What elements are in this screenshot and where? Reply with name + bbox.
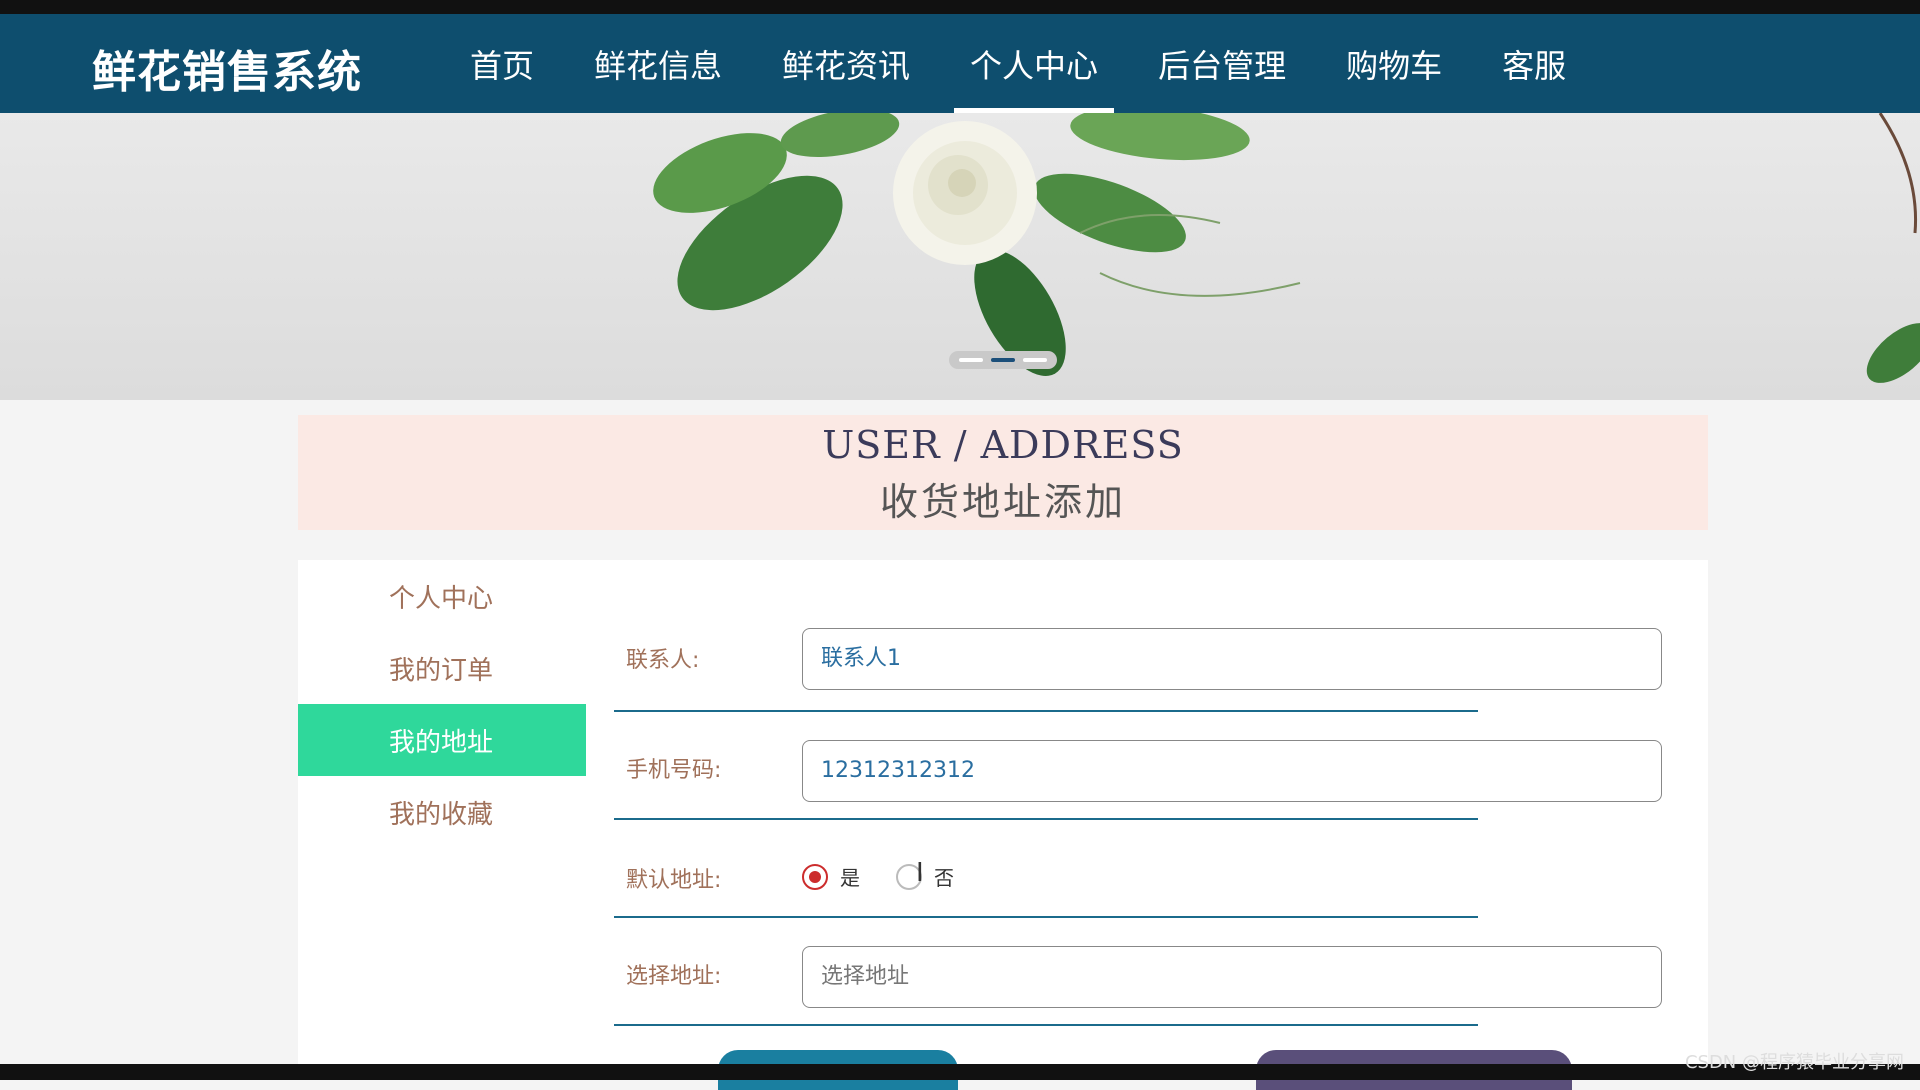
carousel-dot[interactable] <box>1023 358 1047 362</box>
heading-chinese: 收货地址添加 <box>879 480 1126 524</box>
nav-user-center[interactable]: 个人中心 <box>940 14 1128 113</box>
watermark-text: CSDN @程序猿毕业分享网 <box>1684 1052 1904 1073</box>
address-form: 联系人: 联系人1 手机号码: 12312312312 默认地址: 是 否 I … <box>614 628 1662 1026</box>
default-radio-group: 是 否 <box>802 862 990 891</box>
contact-label: 联系人: <box>626 648 700 673</box>
nav-flower-info[interactable]: 鲜花信息 <box>564 14 752 113</box>
form-row-phone: 手机号码: 12312312312 <box>614 712 1662 820</box>
sidebar-item-my-address[interactable]: 我的地址 <box>298 704 586 776</box>
radio-yes[interactable] <box>802 863 828 890</box>
window-top-strip <box>0 0 1920 14</box>
carousel-dot-active[interactable] <box>991 358 1015 362</box>
default-label: 默认地址: <box>626 868 722 893</box>
radio-no-label: 否 <box>934 866 954 890</box>
phone-label: 手机号码: <box>626 758 722 783</box>
main-content: 个人中心 我的订单 我的地址 我的收藏 联系人: 联系人1 手机号码: 1231… <box>298 560 1708 1090</box>
form-row-default: 默认地址: 是 否 I <box>614 820 1478 918</box>
main-nav: 首页 鲜花信息 鲜花资讯 个人中心 后台管理 购物车 客服 <box>440 14 1596 113</box>
radio-yes-label: 是 <box>840 866 860 890</box>
sidebar-item-user-center[interactable]: 个人中心 <box>298 560 586 632</box>
nav-home[interactable]: 首页 <box>440 14 564 113</box>
text-cursor-icon: I <box>916 858 924 888</box>
nav-service[interactable]: 客服 <box>1472 14 1596 113</box>
sidebar-item-my-favorites[interactable]: 我的收藏 <box>298 776 586 848</box>
carousel-dots <box>949 351 1057 369</box>
window-bottom-strip <box>0 1064 1920 1080</box>
nav-flower-news[interactable]: 鲜花资讯 <box>752 14 940 113</box>
address-label: 选择地址: <box>626 964 722 989</box>
phone-input[interactable]: 12312312312 <box>802 740 1662 802</box>
nav-cart[interactable]: 购物车 <box>1316 14 1472 113</box>
address-select[interactable]: 选择地址 <box>802 946 1662 1008</box>
heading-english: USER / ADDRESS <box>822 423 1184 467</box>
brand-logo: 鲜花销售系统 <box>92 47 362 98</box>
sidebar-item-my-orders[interactable]: 我的订单 <box>298 632 586 704</box>
user-sidebar: 个人中心 我的订单 我的地址 我的收藏 <box>298 560 586 848</box>
top-navbar: 鲜花销售系统 首页 鲜花信息 鲜花资讯 个人中心 后台管理 购物车 客服 <box>0 14 1920 113</box>
section-heading: USER / ADDRESS 收货地址添加 <box>298 415 1708 530</box>
contact-input[interactable]: 联系人1 <box>802 628 1662 690</box>
form-row-address: 选择地址: 选择地址 <box>614 918 1662 1026</box>
hero-banner <box>0 113 1920 400</box>
carousel-dot[interactable] <box>959 358 983 362</box>
form-row-contact: 联系人: 联系人1 <box>614 628 1662 712</box>
nav-admin[interactable]: 后台管理 <box>1128 14 1316 113</box>
